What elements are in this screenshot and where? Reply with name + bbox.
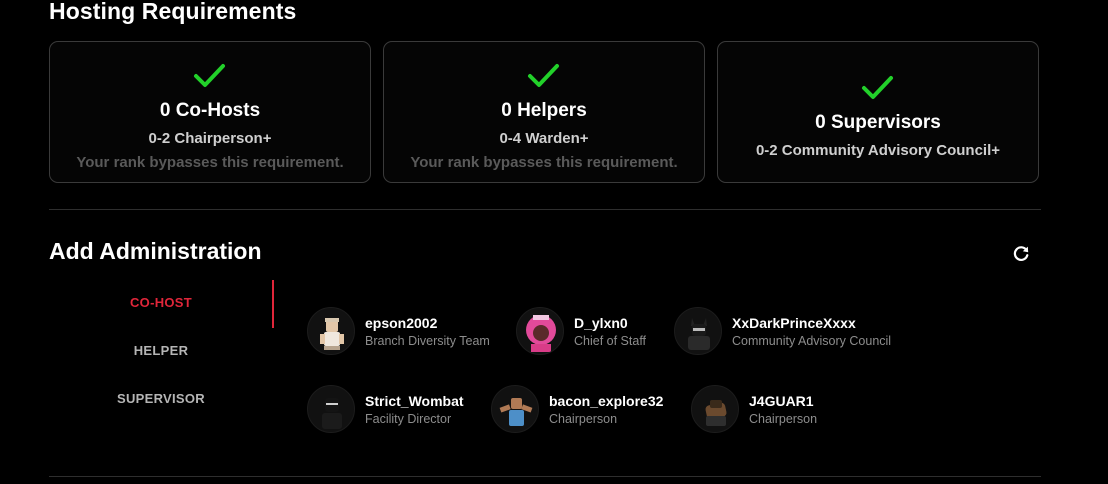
user-card-xxdarkprincexxxx[interactable]: XxDarkPrinceXxxx Community Advisory Coun… <box>674 307 914 355</box>
card-range: 0-2 Community Advisory Council+ <box>755 142 1001 159</box>
user-card-d-ylxn0[interactable]: D_ylxn0 Chief of Staff <box>516 307 666 355</box>
user-role: Facility Director <box>365 412 452 426</box>
tab-helper[interactable]: HELPER <box>90 343 232 358</box>
refresh-icon[interactable] <box>1011 244 1031 264</box>
user-role: Chairperson <box>749 412 818 426</box>
card-title: 0 Co-Hosts <box>159 100 261 121</box>
requirement-cards: 0 Co-Hosts 0-2 Chairperson+ Your rank by… <box>49 41 1041 185</box>
check-icon <box>528 64 559 87</box>
user-name: Strict_Wombat <box>365 393 464 409</box>
user-card-epson2002[interactable]: epson2002 Branch Diversity Team <box>307 307 507 355</box>
card-title: 0 Helpers <box>501 100 587 121</box>
user-name: epson2002 <box>365 315 438 331</box>
user-card-j4guar1[interactable]: J4GUAR1 Chairperson <box>691 385 841 433</box>
user-role: Chief of Staff <box>574 334 647 348</box>
card-note: Your rank bypasses this requirement. <box>76 154 344 171</box>
card-title: 0 Supervisors <box>815 112 941 133</box>
card-note: Your rank bypasses this requirement. <box>410 154 678 171</box>
user-name: XxDarkPrinceXxxx <box>732 315 856 331</box>
supervisors-requirement-card: 0 Supervisors 0-2 Community Advisory Cou… <box>717 41 1039 183</box>
avatar <box>307 307 355 355</box>
section-divider <box>49 476 1041 477</box>
section-divider <box>49 209 1041 210</box>
hosting-requirements-heading: Hosting Requirements <box>49 0 297 24</box>
user-name: D_ylxn0 <box>574 315 628 331</box>
user-card-strict-wombat[interactable]: Strict_Wombat Facility Director <box>307 385 487 433</box>
user-card-bacon-explore32[interactable]: bacon_explore32 Chairperson <box>491 385 681 433</box>
avatar <box>516 307 564 355</box>
avatar <box>307 385 355 433</box>
user-role: Chairperson <box>549 412 618 426</box>
avatar <box>491 385 539 433</box>
active-tab-indicator <box>272 280 274 328</box>
avatar <box>674 307 722 355</box>
check-icon <box>194 64 225 87</box>
avatar <box>691 385 739 433</box>
helpers-requirement-card: 0 Helpers 0-4 Warden+ Your rank bypasses… <box>383 41 705 183</box>
cohosts-requirement-card: 0 Co-Hosts 0-2 Chairperson+ Your rank by… <box>49 41 371 183</box>
user-role: Community Advisory Council <box>732 334 892 348</box>
add-administration-heading: Add Administration <box>49 238 262 264</box>
card-range: 0-4 Warden+ <box>499 130 589 147</box>
card-range: 0-2 Chairperson+ <box>148 130 272 147</box>
user-role: Branch Diversity Team <box>365 334 490 348</box>
tab-co-host[interactable]: CO-HOST <box>90 295 232 310</box>
check-icon <box>862 76 893 99</box>
user-name: bacon_explore32 <box>549 393 664 409</box>
user-name: J4GUAR1 <box>749 393 814 409</box>
tab-supervisor[interactable]: SUPERVISOR <box>90 391 232 406</box>
